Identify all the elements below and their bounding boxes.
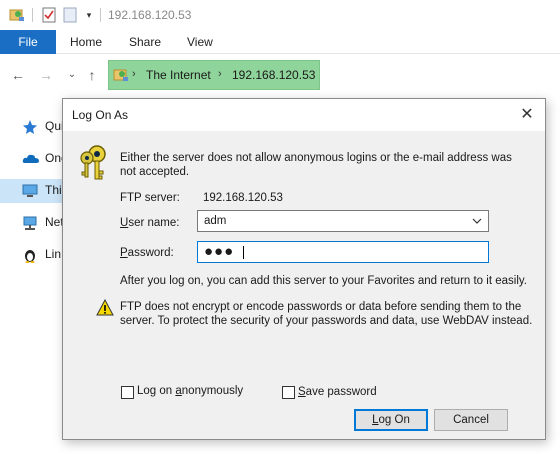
dialog-title-bar: Log On As ✕ — [63, 99, 545, 131]
password-mask: ●●● — [204, 243, 235, 260]
ftp-server-label: FTP server: — [120, 192, 180, 204]
cancel-button[interactable]: Cancel — [434, 409, 508, 431]
sidebar-item-label: Lin — [45, 247, 62, 261]
window-title: 192.168.120.53 — [108, 8, 192, 22]
save-password-checkbox[interactable] — [282, 386, 295, 399]
text-caret — [243, 246, 244, 259]
favorites-info-text: After you log on, you can add this serve… — [120, 275, 527, 287]
log-on-button[interactable]: Log On — [354, 409, 428, 431]
log-on-anonymously-checkbox[interactable] — [121, 386, 134, 399]
user-name-value: adm — [204, 215, 227, 227]
up-arrow-icon[interactable]: ↑ — [84, 66, 100, 84]
forward-arrow-icon[interactable]: → — [38, 66, 54, 84]
tab-view[interactable]: View — [187, 30, 213, 54]
breadcrumb-chevron-icon[interactable]: › — [132, 68, 136, 80]
log-on-anonymously-label[interactable]: Log on anonymously — [137, 385, 243, 397]
network-icon — [22, 215, 38, 231]
internet-location-icon — [113, 67, 129, 83]
dialog-message: Either the server does not allow anonymo… — [120, 152, 512, 178]
tab-share[interactable]: Share — [129, 30, 161, 54]
onedrive-cloud-icon — [22, 151, 39, 167]
sidebar-item-label: Thi — [45, 183, 62, 197]
ftp-server-value: 192.168.120.53 — [203, 192, 283, 204]
save-password-label[interactable]: Save password — [298, 386, 377, 398]
this-pc-icon — [22, 183, 38, 199]
user-name-label: User name: — [120, 217, 180, 229]
folder-network-icon[interactable] — [8, 6, 26, 24]
breadcrumb-server[interactable]: 192.168.120.53 — [232, 68, 315, 82]
tab-file[interactable]: File — [0, 30, 56, 54]
address-bar[interactable]: › The Internet › 192.168.120.53 — [108, 60, 320, 90]
dialog-title: Log On As — [72, 108, 129, 122]
breadcrumb-internet[interactable]: The Internet — [146, 68, 211, 82]
warning-icon — [96, 298, 114, 317]
linux-penguin-icon — [22, 247, 38, 263]
password-label: Password: — [120, 247, 174, 259]
breadcrumb-chevron-icon[interactable]: › — [218, 68, 222, 80]
password-field[interactable]: ●●● — [197, 241, 489, 263]
user-name-combobox[interactable]: adm — [197, 210, 489, 232]
log-on-as-dialog: Log On As ✕ Either the server does not a… — [62, 98, 546, 440]
back-arrow-icon[interactable]: ← — [10, 66, 26, 84]
recent-locations-chevron-icon[interactable]: ⌄ — [64, 66, 80, 84]
title-bar: ▾ 192.168.120.53 — [0, 0, 560, 30]
close-icon[interactable]: ✕ — [515, 103, 539, 127]
new-folder-icon[interactable] — [62, 6, 78, 24]
tab-home[interactable]: Home — [70, 30, 102, 54]
customize-toolbar-icon[interactable]: ▾ — [82, 6, 96, 24]
sidebar-item-label: Qui — [45, 119, 64, 133]
chevron-down-icon[interactable] — [470, 214, 484, 228]
navigation-pane: Qui One Thi Net Lin — [0, 96, 68, 454]
properties-icon[interactable] — [40, 6, 58, 24]
star-icon — [22, 119, 38, 135]
keys-icon — [77, 143, 109, 183]
sidebar-item-label: Net — [45, 215, 64, 229]
ribbon: File Home Share View — [0, 30, 560, 54]
security-warning-text: FTP does not encrypt or encode passwords… — [120, 301, 533, 327]
